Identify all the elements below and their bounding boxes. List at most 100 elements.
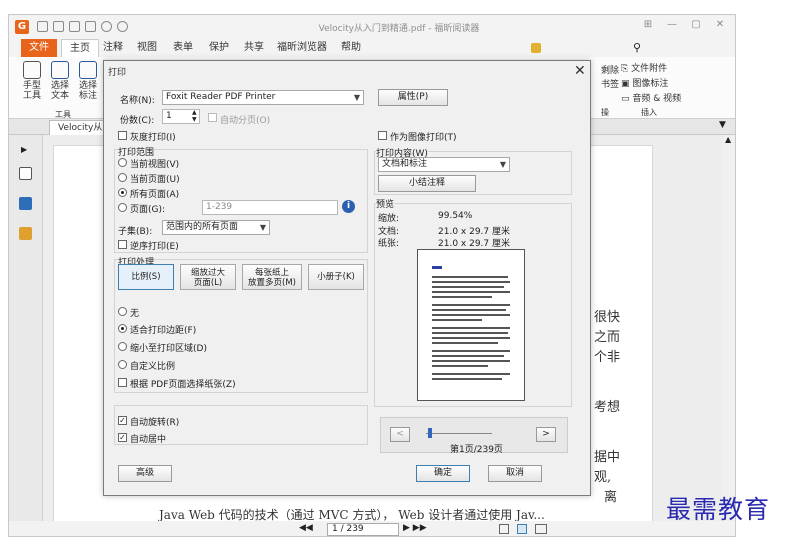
open-icon[interactable] — [37, 21, 48, 32]
redo-icon[interactable] — [117, 21, 128, 32]
ok-button[interactable]: 确定 — [416, 465, 470, 482]
collate-checkbox[interactable] — [208, 113, 217, 122]
menu-view[interactable]: 视图 — [137, 39, 157, 57]
menu-form[interactable]: 表单 — [173, 39, 193, 57]
range-current-page-radio[interactable] — [118, 173, 127, 182]
first-page-icon[interactable]: ◀◀ — [299, 523, 313, 533]
expand-panel-icon[interactable]: ▶ — [21, 145, 27, 154]
undo-icon[interactable] — [101, 21, 112, 32]
menu-comment[interactable]: 注释 — [103, 39, 123, 57]
select-text-button[interactable]: 选择 文本 — [47, 61, 73, 101]
preview-text-line — [432, 314, 510, 316]
text-cursor-icon — [51, 61, 69, 79]
copies-stepper-icon[interactable]: ▲ ▼ — [192, 109, 197, 123]
range-current-view-radio[interactable] — [118, 158, 127, 167]
preview-heading: 预览 — [376, 197, 395, 210]
print-content-select-value: 文档和标注 — [382, 159, 428, 169]
select-annotation-button[interactable]: 选择 标注 — [75, 61, 101, 101]
menu-share[interactable]: 共享 — [244, 39, 264, 57]
page-number-field[interactable]: 1 / 239 — [327, 523, 399, 536]
auto-rotate-label: 自动旋转(R) — [130, 418, 180, 428]
save-icon[interactable] — [53, 21, 64, 32]
cut-label-1[interactable]: 剩除 — [601, 63, 619, 76]
preview-text-line — [432, 291, 510, 293]
single-page-icon[interactable] — [499, 524, 509, 534]
properties-button[interactable]: 属性(P) — [378, 89, 448, 106]
zoom-label: 缩放: — [378, 214, 400, 224]
image-icon: ▣ — [621, 79, 630, 89]
menu-foxit-browser[interactable]: 福昕浏览器 — [277, 39, 327, 57]
scroll-up-icon[interactable]: ▲ — [725, 135, 731, 144]
fit-oversized-button[interactable]: 缩放过大 页面(L) — [180, 264, 236, 290]
preview-prev-button[interactable]: < — [390, 427, 410, 442]
menu-protect[interactable]: 保护 — [209, 39, 229, 57]
layers-icon[interactable] — [19, 197, 32, 210]
booklet-button[interactable]: 小册子(K) — [308, 264, 364, 290]
close-window-button[interactable]: ✕ — [711, 19, 729, 33]
preview-text-line — [432, 360, 510, 362]
subset-select[interactable]: 范围内的所有页面 ▼ — [162, 220, 270, 235]
preview-page-slider[interactable] — [426, 433, 492, 434]
grid-icon[interactable]: ⊞ — [639, 19, 657, 33]
title-bar: G Velocity从入门到精通.pdf - 福昕阅读器 ⊞ — ▢ ✕ — [9, 15, 735, 39]
range-all-pages-radio[interactable] — [118, 188, 127, 197]
search-icon[interactable]: ⚲ — [633, 41, 641, 54]
scale-none-radio[interactable] — [118, 307, 127, 316]
grayscale-checkbox[interactable] — [118, 131, 127, 140]
watermark-logo: 最需教育 — [666, 495, 771, 524]
print-as-image-checkbox[interactable] — [378, 131, 387, 140]
bookmark-icon[interactable] — [531, 43, 541, 53]
auto-rotate-checkbox[interactable]: ✓ — [118, 416, 127, 425]
audio-video-button[interactable]: ▭ 音频 & 视频 — [621, 91, 681, 104]
menu-help[interactable]: 帮助 — [341, 39, 361, 57]
menu-file[interactable]: 文件 — [21, 39, 57, 57]
print-content-select[interactable]: 文档和标注 ▼ — [378, 157, 510, 172]
auto-center-checkbox[interactable]: ✓ — [118, 433, 127, 442]
cut-label-2[interactable]: 书签 — [601, 77, 619, 90]
preview-text-line — [432, 350, 510, 352]
scale-button[interactable]: 比例(S) — [118, 264, 174, 290]
next-page-icon[interactable]: ▶ ▶▶ — [403, 523, 427, 533]
minimize-button[interactable]: — — [663, 19, 681, 33]
page-thumbnail-icon[interactable] — [19, 167, 32, 180]
dialog-title: 打印 — [108, 68, 127, 78]
subset-select-value: 范围内的所有页面 — [166, 222, 239, 232]
page-range-input[interactable]: 1-239 — [202, 200, 338, 215]
maximize-button[interactable]: ▢ — [687, 19, 705, 33]
range-all-pages-label: 所有页面(A) — [130, 190, 180, 200]
comments-icon[interactable] — [19, 227, 32, 240]
preview-next-button[interactable]: > — [536, 427, 556, 442]
facing-page-icon[interactable] — [535, 524, 547, 534]
continuous-page-icon[interactable] — [517, 524, 527, 534]
dialog-close-icon[interactable]: ✕ — [574, 63, 586, 79]
file-attachment-button[interactable]: ⎘ 文件附件 — [621, 61, 667, 74]
multiple-pages-button[interactable]: 每张纸上 放置多页(M) — [242, 264, 302, 290]
image-annotation-button[interactable]: ▣ 图像标注 — [621, 76, 668, 89]
preview-slider-thumb[interactable] — [428, 428, 432, 438]
reverse-print-label: 逆序打印(E) — [130, 242, 179, 252]
reverse-print-checkbox[interactable] — [118, 240, 127, 249]
vertical-scrollbar[interactable]: ▲ — [723, 135, 735, 525]
advanced-button[interactable]: 高级 — [118, 465, 172, 482]
print-icon[interactable] — [69, 21, 80, 32]
hand-tool-label: 手型 工具 — [22, 81, 41, 101]
summarize-comments-button[interactable]: 小结注释 — [378, 175, 476, 192]
printer-select[interactable]: Foxit Reader PDF Printer ▼ — [162, 90, 364, 105]
hand-tool-button[interactable]: 手型 工具 — [19, 61, 45, 101]
range-pages-radio[interactable] — [118, 203, 127, 212]
info-icon[interactable]: i — [342, 200, 355, 213]
tab-list-icon[interactable]: ▼ — [719, 120, 726, 130]
range-current-page-label: 当前页面(U) — [130, 175, 180, 185]
preview-text-line — [432, 373, 510, 375]
paper-by-pdf-checkbox[interactable] — [118, 378, 127, 387]
scale-fit-radio[interactable] — [118, 324, 127, 333]
preview-text-line — [432, 327, 510, 329]
preview-heading-mark — [432, 266, 442, 269]
scale-custom-radio[interactable] — [118, 360, 127, 369]
preview-text-line — [432, 365, 488, 367]
scale-shrink-radio[interactable] — [118, 342, 127, 351]
chevron-down-icon: ▼ — [499, 160, 506, 169]
menu-home[interactable]: 主页 — [61, 39, 99, 57]
cancel-button[interactable]: 取消 — [488, 465, 542, 482]
screenshot-icon[interactable] — [85, 21, 96, 32]
